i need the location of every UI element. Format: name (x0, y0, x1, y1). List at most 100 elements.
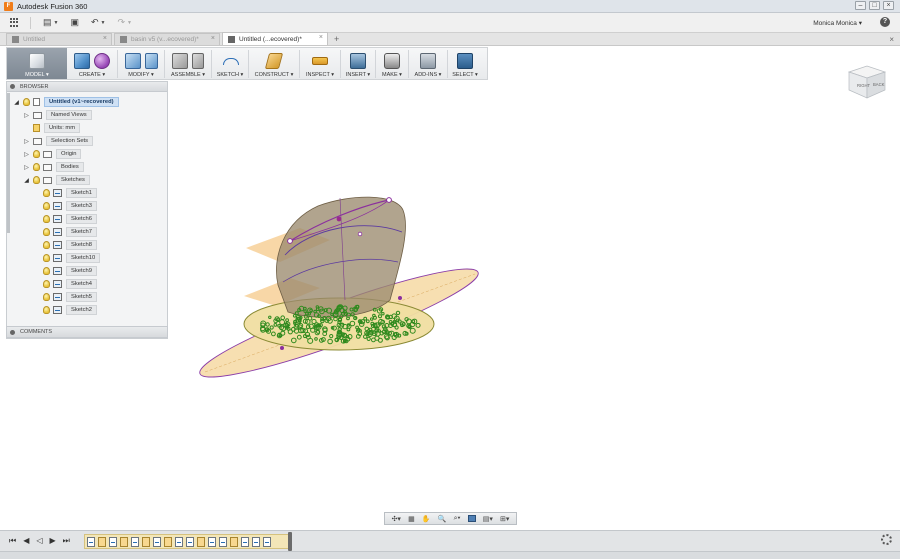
timeline-feature[interactable] (241, 536, 249, 547)
fit-point[interactable] (276, 333, 282, 339)
tab-untitled[interactable]: Untitled × (6, 33, 112, 45)
visibility-bulb-icon[interactable] (43, 306, 50, 314)
fit-point[interactable] (404, 317, 409, 322)
fit-point[interactable] (268, 315, 272, 319)
fit-point[interactable] (305, 324, 311, 330)
timeline-feature[interactable] (186, 536, 194, 547)
select-menu[interactable]: SELECT ▾ (448, 48, 482, 79)
sketch-item-label[interactable]: Sketch10 (66, 253, 101, 263)
fit-point[interactable] (372, 307, 377, 312)
fit-point[interactable] (340, 311, 346, 316)
sketch-item[interactable]: Sketch6 (43, 213, 97, 225)
fit-point[interactable] (298, 327, 304, 334)
fit-point[interactable] (340, 338, 346, 344)
fit-point[interactable] (395, 318, 400, 323)
tree-origin[interactable]: ▷ Origin (23, 148, 82, 160)
fit-point[interactable] (352, 306, 359, 313)
fit-point[interactable] (338, 335, 344, 341)
fit-point[interactable] (385, 314, 390, 320)
fit-point[interactable] (317, 314, 321, 319)
sculpt-sphere-icon[interactable] (94, 52, 110, 69)
fit-point[interactable] (382, 326, 388, 332)
fit-point[interactable] (368, 327, 373, 332)
comments-panel-header[interactable]: COMMENTS (6, 326, 168, 338)
redo-button[interactable]: ↷ ▼ (117, 17, 132, 28)
close-icon[interactable]: × (103, 35, 107, 42)
display-settings-icon[interactable] (467, 515, 476, 522)
close-all-tabs-icon[interactable]: × (889, 35, 894, 44)
fit-point[interactable] (293, 324, 300, 330)
fit-point[interactable] (297, 308, 302, 312)
fit-point[interactable] (345, 336, 351, 342)
fit-point[interactable] (409, 321, 416, 328)
panel-pin-icon[interactable] (10, 84, 15, 89)
fit-point[interactable] (307, 337, 314, 344)
fit-point[interactable] (342, 305, 348, 311)
fit-point[interactable] (260, 325, 266, 332)
fit-point[interactable] (339, 314, 344, 319)
timeline-track[interactable] (84, 534, 291, 549)
visibility-bulb-icon[interactable] (43, 241, 50, 249)
fit-point[interactable] (330, 326, 335, 330)
step-back-icon[interactable]: ◀ (23, 536, 29, 546)
fit-point[interactable] (385, 330, 390, 335)
minimize-button[interactable]: – (855, 1, 866, 10)
timeline-feature[interactable] (230, 536, 238, 547)
fit-point[interactable] (346, 327, 351, 332)
save-button[interactable]: ▣ (70, 17, 79, 28)
fit-point[interactable] (300, 327, 306, 334)
tab-basin[interactable]: basin v5 (v...ecovered)* × (114, 33, 220, 45)
orbit-icon[interactable]: ✣▾ (392, 515, 401, 523)
fit-point[interactable] (343, 338, 348, 343)
fit-point[interactable] (340, 332, 345, 337)
sketch-item-label[interactable]: Sketch8 (66, 240, 97, 250)
fit-point[interactable] (395, 310, 401, 316)
sketch-item-label[interactable]: Sketch7 (66, 227, 97, 237)
fit-point[interactable] (393, 315, 400, 322)
fit-point[interactable] (356, 327, 361, 332)
fit-point[interactable] (404, 331, 409, 336)
fit-point[interactable] (269, 325, 274, 330)
sketch-item[interactable]: Sketch2 (43, 304, 97, 316)
fit-point[interactable] (315, 307, 320, 312)
body-profile-curve[interactable] (282, 259, 399, 283)
fit-point[interactable] (316, 329, 321, 334)
fit-point[interactable] (333, 309, 339, 315)
fit-point[interactable] (363, 334, 368, 339)
timeline-feature[interactable] (98, 536, 106, 547)
panel-pin-icon[interactable] (10, 329, 15, 335)
joint-icon[interactable] (192, 52, 204, 69)
fit-point[interactable] (322, 331, 328, 337)
fit-point[interactable] (265, 328, 272, 334)
timeline-feature[interactable] (87, 536, 95, 547)
fit-point[interactable] (355, 304, 360, 309)
close-icon[interactable]: × (319, 34, 323, 41)
look-at-icon[interactable]: ▦ (408, 515, 415, 523)
fit-point[interactable] (336, 304, 342, 311)
sketch-point[interactable] (398, 296, 402, 300)
fit-point[interactable] (322, 316, 327, 320)
fit-point[interactable] (357, 331, 363, 337)
timeline-feature[interactable] (252, 536, 260, 547)
fit-point[interactable] (409, 327, 416, 334)
body-rail-curve[interactable] (339, 197, 346, 301)
sketch-item-label[interactable]: Sketch6 (66, 214, 97, 224)
fit-point[interactable] (391, 334, 397, 340)
timeline-feature[interactable] (219, 536, 227, 547)
units-label[interactable]: Units: mm (44, 123, 81, 133)
fit-point[interactable] (371, 330, 378, 337)
fit-point[interactable] (415, 322, 421, 328)
fit-point[interactable] (307, 311, 312, 316)
user-account-menu[interactable]: Monica Monica ▾ (813, 19, 862, 27)
fit-point[interactable] (298, 305, 305, 312)
extrude-box-icon[interactable] (74, 52, 90, 69)
fit-point[interactable] (353, 315, 358, 321)
timeline-marker[interactable] (288, 532, 292, 551)
fit-point[interactable] (280, 330, 286, 336)
fit-point[interactable] (304, 331, 311, 338)
pan-hand-icon[interactable]: ✋ (422, 515, 431, 523)
fit-point[interactable] (324, 318, 330, 323)
fit-point[interactable] (322, 326, 328, 332)
fit-point[interactable] (322, 327, 328, 333)
fit-point[interactable] (372, 330, 376, 334)
